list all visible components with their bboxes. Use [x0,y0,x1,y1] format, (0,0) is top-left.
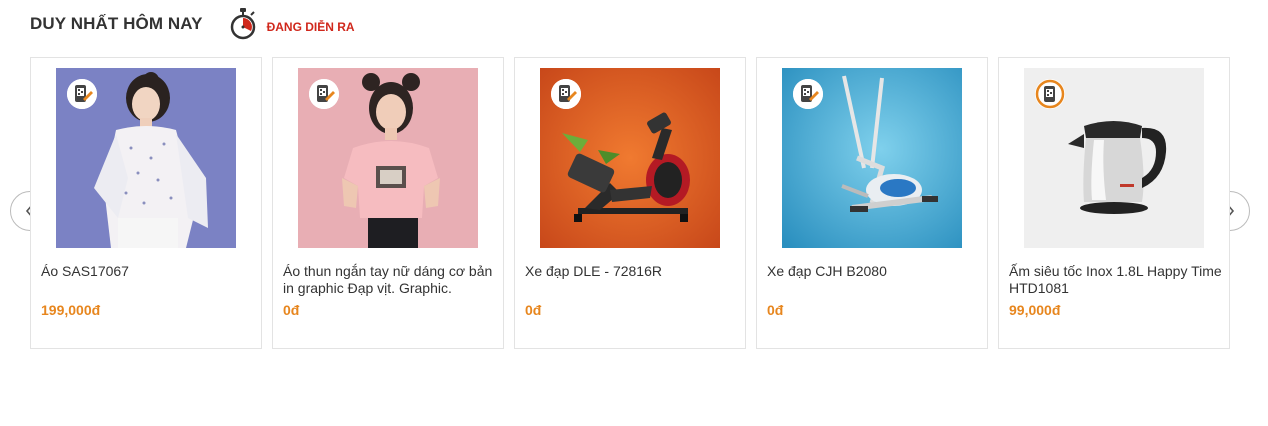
product-price: 199,000đ [41,302,101,318]
product-name[interactable]: Áo thun ngắn tay nữ dáng cơ bản in graph… [283,263,497,297]
product-price: 0đ [525,302,542,318]
product-image[interactable] [782,68,962,248]
qr-code-icon [309,79,339,109]
product-image[interactable] [540,68,720,248]
section-title: DUY NHẤT HÔM NAY [30,14,203,33]
section-header: DUY NHẤT HÔM NAY ĐANG DIỄN RA [30,4,355,44]
product-card[interactable]: Áo SAS17067 199,000đ [30,57,262,349]
product-name[interactable]: Xe đạp DLE - 72816R [525,263,739,280]
product-name[interactable]: Xe đạp CJH B2080 [767,263,981,280]
stopwatch-icon [229,7,257,41]
product-card[interactable]: Xe đạp CJH B2080 0đ [756,57,988,349]
product-image[interactable] [298,68,478,248]
qr-code-icon [1035,79,1065,109]
qr-code-icon [67,79,97,109]
product-image[interactable] [1024,68,1204,248]
product-name[interactable]: Ấm siêu tốc Inox 1.8L Happy Time HTD1081 [1009,263,1223,297]
product-price: 0đ [767,302,784,318]
product-name[interactable]: Áo SAS17067 [41,263,255,280]
qr-code-icon [551,79,581,109]
product-card[interactable]: Xe đạp DLE - 72816R 0đ [514,57,746,349]
product-price: 99,000đ [1009,302,1061,318]
product-card[interactable]: Áo thun ngắn tay nữ dáng cơ bản in graph… [272,57,504,349]
product-carousel: Áo SAS17067 199,000đ Áo thun ngắn tay nữ… [30,57,1230,349]
qr-code-icon [793,79,823,109]
deal-status: ĐANG DIỄN RA [266,20,355,34]
product-price: 0đ [283,302,300,318]
product-image[interactable] [56,68,236,248]
product-card[interactable]: Ấm siêu tốc Inox 1.8L Happy Time HTD1081… [998,57,1230,349]
